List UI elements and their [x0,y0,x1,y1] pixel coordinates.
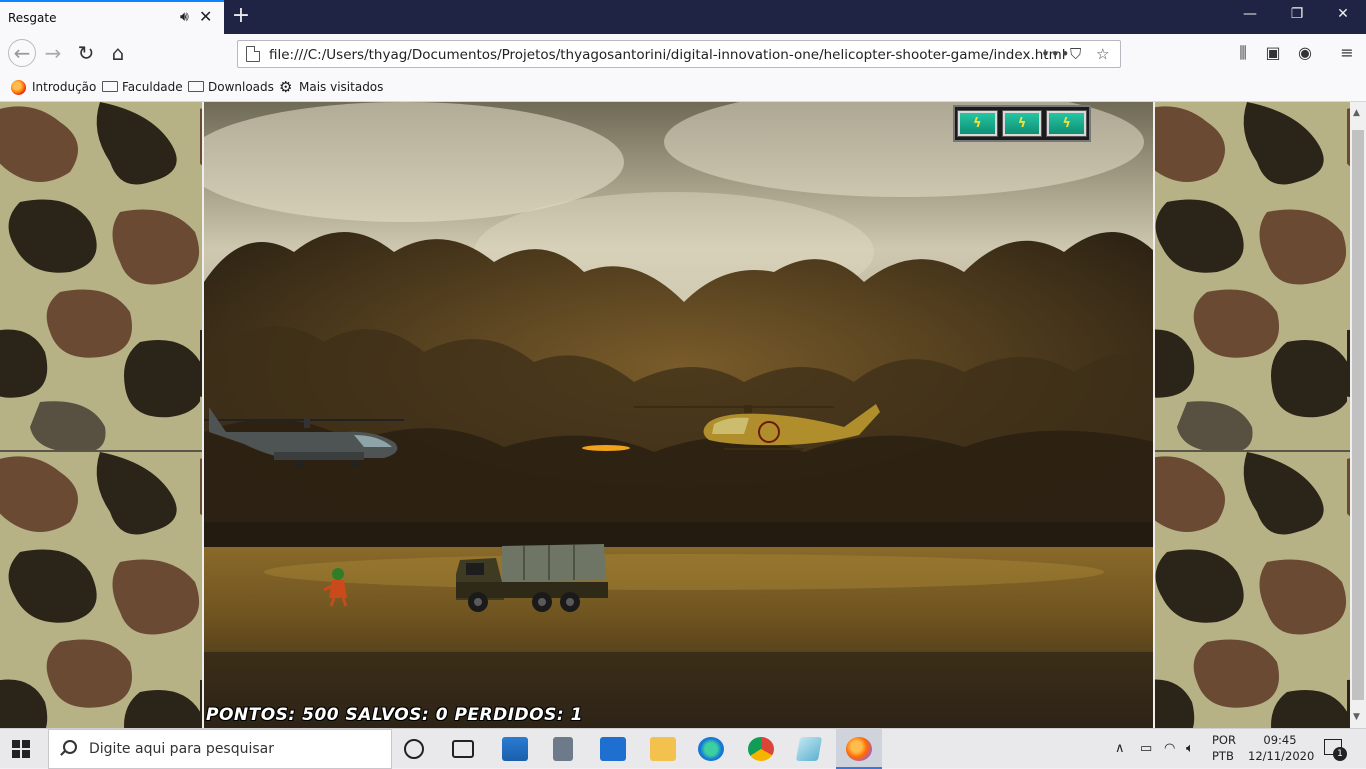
vertical-scrollbar[interactable]: ▲ ▼ [1350,102,1366,728]
bookmark-introducao[interactable]: Introdução [32,80,96,94]
url-text[interactable]: file:///C:/Users/thyag/Documentos/Projet… [269,47,1065,63]
clock-time: 09:45 [1263,733,1297,747]
tab-resgate[interactable]: Resgate 🔊︎ ✕ [0,0,224,34]
calculator-icon[interactable] [553,737,573,761]
windows-taskbar: Digite aqui para pesquisar ∧ ▭ ◠ 🔈︎ POR … [0,728,1366,769]
notification-count: 1 [1333,747,1347,761]
back-button[interactable]: ← [8,39,36,67]
language-indicator[interactable]: POR PTB [1212,732,1236,764]
page-actions-icon[interactable]: ••• [1041,45,1071,63]
folder-icon [188,81,204,92]
keyboard-layout: PTB [1212,749,1234,763]
forward-button[interactable]: → [40,41,66,67]
bullet [582,445,630,451]
bookmark-star-icon[interactable]: ☆ [1096,45,1109,63]
bookmark-faculdade[interactable]: Faculdade [122,80,183,94]
energy-cell: ϟ [1001,110,1043,137]
wifi-icon[interactable]: ◠ [1164,741,1175,756]
chrome-icon[interactable] [748,737,774,761]
lightning-icon: ϟ [973,116,982,131]
pocket-icon[interactable]: ⛉ [1070,45,1081,63]
bookmark-mais-visitados[interactable]: Mais visitados [299,80,383,94]
mail-icon[interactable] [600,737,626,761]
taskbar-search-box[interactable]: Digite aqui para pesquisar [48,729,392,769]
clock[interactable]: 09:45 12/11/2020 [1248,732,1315,764]
tab-strip: Resgate 🔊︎ ✕ + — ❐ ✕ [0,0,1366,34]
bookmark-downloads[interactable]: Downloads [208,80,274,94]
search-icon [63,740,77,754]
task-view-icon[interactable] [452,740,474,758]
new-tab-button[interactable]: + [230,3,252,29]
bookmarks-toolbar: Introdução Faculdade Downloads ⚙ Mais vi… [0,72,1366,102]
menu-icon[interactable]: ≡ [1337,43,1357,62]
library-icon[interactable]: ⫼ [1233,43,1253,63]
camouflage-background-left [0,102,202,728]
game-scene [204,102,1153,728]
firefox-taskbar-button[interactable] [836,729,882,769]
game-canvas[interactable]: ϟ ϟ ϟ PONTOS: 500 SALVOS: 0 PERDIDOS: 1 [202,102,1155,728]
file-explorer-icon[interactable] [650,737,676,761]
url-bar[interactable]: file:///C:/Users/thyag/Documentos/Projet… [237,40,1121,68]
folder-icon [102,81,118,92]
energy-bar: ϟ ϟ ϟ [953,105,1091,142]
firefox-icon [11,80,26,95]
close-window-icon[interactable]: ✕ [1333,6,1353,22]
search-placeholder: Digite aqui para pesquisar [89,741,275,757]
page-content: ϟ ϟ ϟ PONTOS: 500 SALVOS: 0 PERDIDOS: 1 [0,102,1350,728]
clock-date: 12/11/2020 [1248,749,1315,763]
account-icon[interactable]: ◉ [1295,43,1315,62]
page-icon [246,46,260,62]
energy-cell: ϟ [957,110,998,137]
energy-cell: ϟ [1046,110,1088,137]
cortana-icon[interactable] [404,739,424,759]
volume-icon[interactable]: 🔈︎ [1186,741,1194,756]
close-tab-icon[interactable]: ✕ [199,7,212,26]
speaker-icon[interactable]: 🔊︎ [180,9,189,25]
camouflage-background-right [1155,102,1350,728]
store-icon[interactable] [502,737,528,761]
minimize-icon[interactable]: — [1240,6,1260,22]
scroll-thumb[interactable] [1352,130,1364,700]
edge-icon[interactable] [698,737,724,761]
home-button[interactable]: ⌂ [105,41,131,67]
scroll-down-icon[interactable]: ▼ [1353,712,1360,722]
lightning-icon: ϟ [1062,116,1071,131]
scroll-up-icon[interactable]: ▲ [1353,108,1360,118]
reload-button[interactable]: ↻ [73,41,99,67]
gear-icon: ⚙ [279,78,293,96]
chevron-up-icon[interactable]: ∧ [1115,741,1125,756]
battery-icon[interactable]: ▭ [1140,741,1152,756]
sidebar-icon[interactable]: ▣ [1263,43,1283,62]
tab-title: Resgate [8,11,57,25]
score-display: PONTOS: 500 SALVOS: 0 PERDIDOS: 1 [206,705,583,725]
firefox-icon [846,737,872,761]
language-code: POR [1212,733,1236,747]
windows-start-icon[interactable] [12,740,30,758]
restore-icon[interactable]: ❐ [1287,6,1307,22]
lightning-icon: ϟ [1017,116,1027,131]
virtualbox-icon[interactable] [795,737,823,761]
